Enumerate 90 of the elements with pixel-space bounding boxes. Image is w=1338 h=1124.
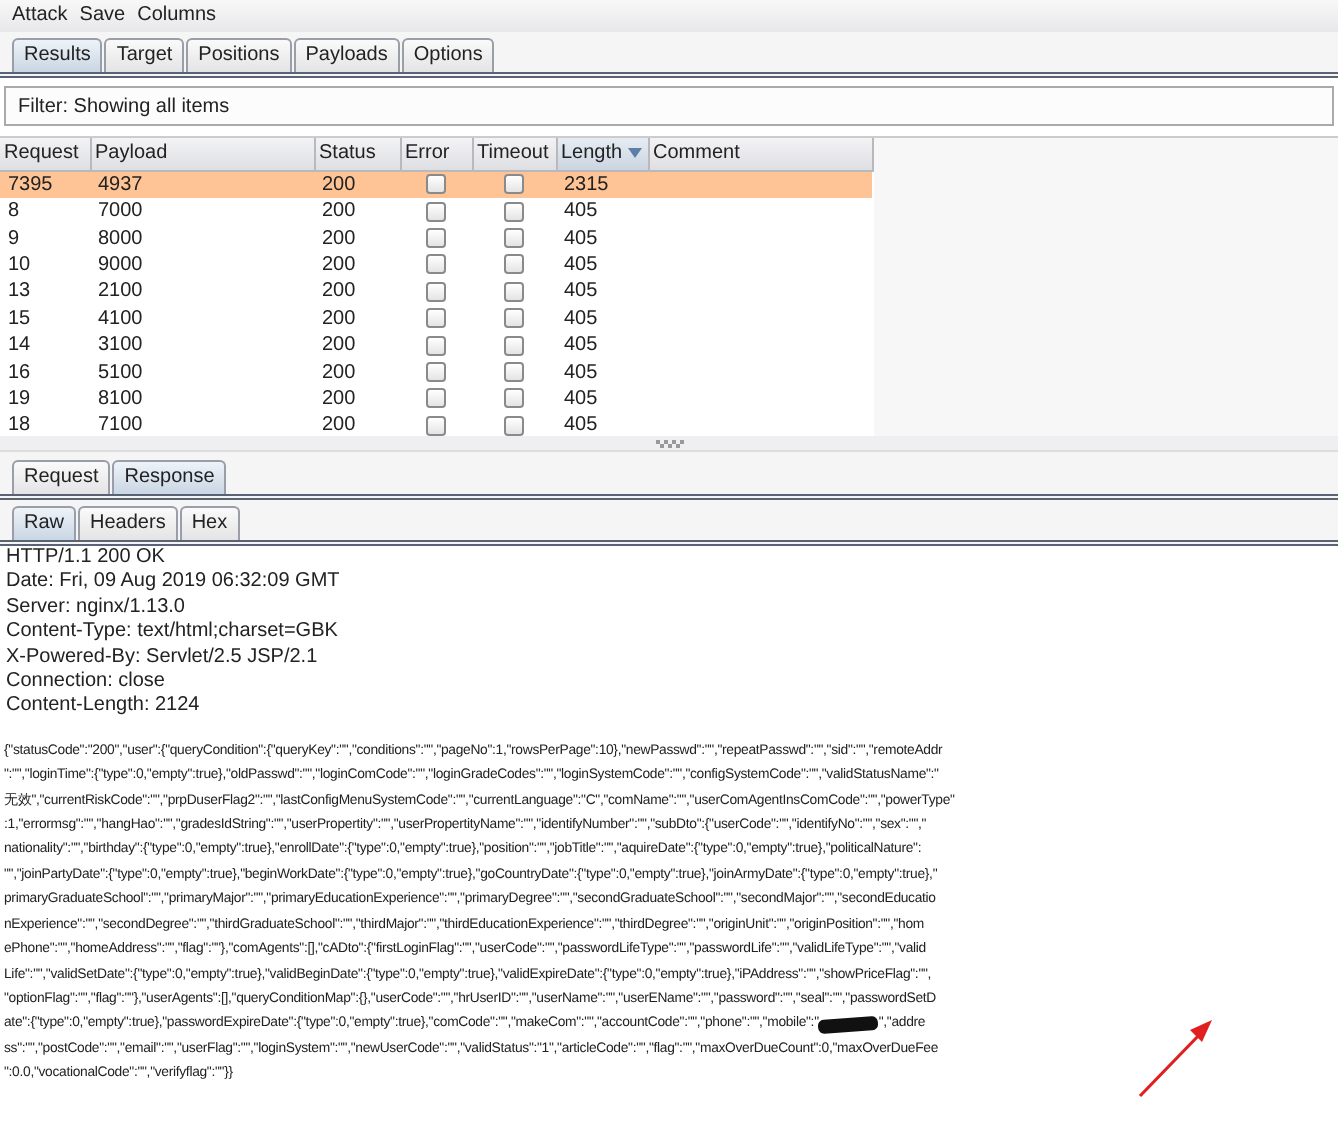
table-cell: 200 [322, 253, 356, 276]
table-cell[interactable]: 8 [8, 200, 20, 223]
table-cell: 200 [322, 280, 356, 303]
table-cell: 200 [322, 414, 356, 437]
table-cell: 4100 [98, 307, 143, 330]
checkbox[interactable] [504, 335, 524, 355]
header-line: HTTP/1.1 200 OK [4, 546, 167, 571]
checkbox[interactable] [504, 174, 524, 195]
header-line: Content-Type: text/html;charset=GBK [4, 620, 340, 646]
table-cell: 405 [564, 334, 598, 357]
table-cell: 9000 [98, 253, 143, 276]
header-line: Server: nginx/1.13.0 [4, 595, 187, 621]
checkbox[interactable] [426, 254, 446, 275]
tab[interactable]: Hex [179, 506, 240, 540]
table-cell: 200 [322, 307, 356, 330]
header-line: Date: Fri, 09 Aug 2019 06:32:09 GMT [4, 570, 342, 596]
table-cell: 5100 [98, 361, 143, 384]
checkbox[interactable] [426, 415, 446, 436]
annotation-arrow [1138, 1020, 1212, 1098]
table-cell[interactable]: 16 [8, 361, 31, 384]
table-cell: 200 [322, 227, 356, 250]
table-cell[interactable]: 14 [8, 334, 31, 357]
checkbox[interactable] [504, 308, 524, 329]
menu-item[interactable]: Attack [12, 2, 68, 30]
splitter-grip-icon[interactable] [655, 439, 683, 447]
table-cell: 8000 [98, 227, 143, 250]
table-cell: 405 [564, 361, 598, 384]
menu-item[interactable]: Save [79, 2, 126, 30]
tab[interactable]: Request [12, 460, 111, 494]
table-cell: 2315 [564, 174, 609, 196]
table-cell: 200 [322, 200, 356, 223]
checkbox[interactable] [426, 281, 446, 302]
header-line: X-Powered-By: Servlet/2.5 JSP/2.1 [4, 645, 320, 671]
header-line: Content-Length: 2124 [4, 694, 202, 720]
table-cell: 2100 [98, 280, 143, 303]
tab[interactable]: Response [112, 460, 227, 494]
checkbox[interactable] [426, 388, 446, 409]
table-cell: 3100 [98, 334, 143, 357]
table-cell: 7100 [98, 414, 143, 437]
table-cell[interactable]: 18 [8, 414, 31, 437]
table-cell: 200 [322, 334, 356, 357]
table-cell[interactable]: 15 [8, 307, 31, 330]
redaction-mark [818, 1015, 880, 1035]
menu-item[interactable]: Columns [137, 2, 217, 30]
table-cell: 7000 [98, 200, 143, 223]
column-header[interactable]: Payload [90, 138, 314, 171]
table-cell[interactable]: 9 [8, 227, 20, 250]
filter-bar[interactable]: Filter: Showing all items [4, 86, 1334, 126]
tab[interactable]: Headers [78, 506, 178, 540]
table-cell: 405 [564, 253, 598, 276]
checkbox[interactable] [504, 227, 524, 248]
column-header[interactable]: Comment [648, 138, 872, 171]
tab[interactable]: Payloads [293, 38, 400, 72]
checkbox[interactable] [504, 415, 524, 436]
table-cell: 405 [564, 200, 598, 223]
table-cell: 200 [322, 387, 356, 410]
header-line: Connection: close [4, 670, 167, 695]
column-header[interactable]: Error [400, 138, 472, 171]
table-cell: 405 [564, 227, 598, 250]
column-header[interactable]: Status [314, 138, 400, 171]
table-cell: 4937 [98, 174, 143, 196]
checkbox[interactable] [426, 335, 446, 355]
checkbox[interactable] [504, 254, 524, 275]
checkbox[interactable] [504, 361, 524, 382]
table-cell: 200 [322, 174, 356, 196]
tab[interactable]: Results [12, 38, 103, 72]
checkbox[interactable] [504, 201, 524, 222]
column-header[interactable]: Request [0, 138, 90, 171]
checkbox[interactable] [504, 388, 524, 409]
tab[interactable]: Raw [12, 506, 77, 540]
checkbox[interactable] [426, 174, 446, 195]
checkbox[interactable] [426, 361, 446, 382]
table-cell: 8100 [98, 387, 143, 410]
tab[interactable]: Options [401, 38, 495, 72]
column-header[interactable]: Timeout [472, 138, 556, 171]
table-cell[interactable]: 10 [8, 253, 31, 276]
tab[interactable]: Target [104, 38, 185, 72]
table-cell[interactable]: 13 [8, 280, 31, 303]
table-cell: 200 [322, 361, 356, 384]
checkbox[interactable] [426, 308, 446, 329]
checkbox[interactable] [426, 201, 446, 222]
table-cell: 405 [564, 387, 598, 410]
table-cell: 405 [564, 307, 598, 330]
column-header[interactable]: Length [556, 138, 648, 171]
tab[interactable]: Positions [186, 38, 292, 72]
checkbox[interactable] [426, 227, 446, 248]
table-cell[interactable]: 19 [8, 387, 31, 410]
table-cell: 405 [564, 414, 598, 437]
checkbox[interactable] [504, 281, 524, 302]
table-cell: 405 [564, 280, 598, 303]
